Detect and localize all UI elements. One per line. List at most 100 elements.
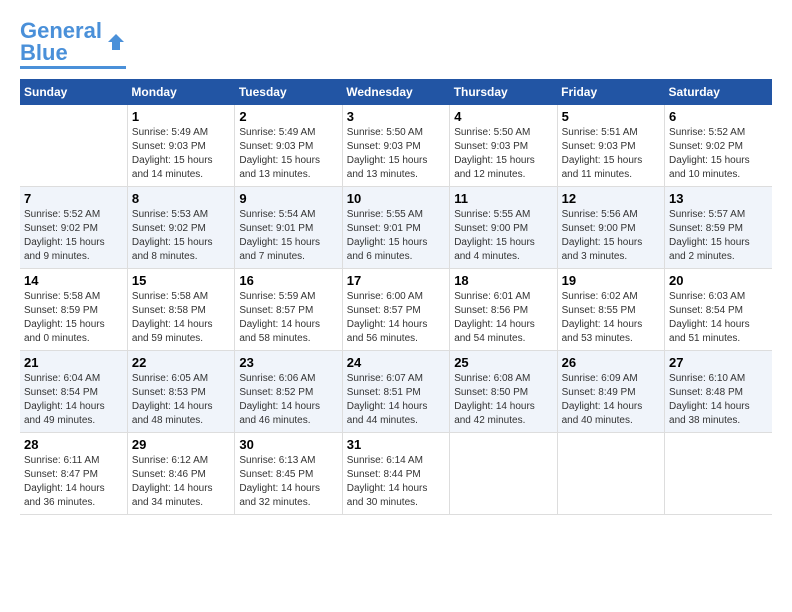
calendar-cell: 8 Sunrise: 5:53 AM Sunset: 9:02 PM Daylig… [127,187,234,269]
week-row-5: 28 Sunrise: 6:11 AM Sunset: 8:47 PM Dayli… [20,433,772,515]
week-row-4: 21 Sunrise: 6:04 AM Sunset: 8:54 PM Dayli… [20,351,772,433]
calendar-cell: 4 Sunrise: 5:50 AM Sunset: 9:03 PM Daylig… [450,105,557,187]
day-info: Sunrise: 6:08 AM Sunset: 8:50 PM Dayligh… [454,372,552,428]
logo: General Blue [20,20,126,69]
day-info: Sunrise: 5:58 AM Sunset: 8:59 PM Dayligh… [24,290,123,346]
calendar-cell: 12 Sunrise: 5:56 AM Sunset: 9:00 PM Dayli… [557,187,664,269]
calendar-cell: 31 Sunrise: 6:14 AM Sunset: 8:44 PM Dayli… [342,433,449,515]
calendar-cell: 11Sunrise: 5:55 AM Sunset: 9:00 PM Dayli… [450,187,557,269]
day-info: Sunrise: 6:01 AM Sunset: 8:56 PM Dayligh… [454,290,552,346]
header-saturday: Saturday [665,79,772,105]
day-number: 17 [347,273,445,288]
day-number: 26 [562,355,660,370]
day-number: 13 [669,191,768,206]
calendar-cell: 7 Sunrise: 5:52 AM Sunset: 9:02 PM Daylig… [20,187,127,269]
day-info: Sunrise: 6:10 AM Sunset: 8:48 PM Dayligh… [669,372,768,428]
calendar-cell: 13 Sunrise: 5:57 AM Sunset: 8:59 PM Dayli… [665,187,772,269]
day-number: 10 [347,191,445,206]
day-info: Sunrise: 6:04 AM Sunset: 8:54 PM Dayligh… [24,372,123,428]
day-number: 23 [239,355,337,370]
calendar-cell: 22 Sunrise: 6:05 AM Sunset: 8:53 PM Dayli… [127,351,234,433]
calendar-cell: 2Sunrise: 5:49 AM Sunset: 9:03 PM Daylig… [235,105,342,187]
day-info: Sunrise: 6:02 AM Sunset: 8:55 PM Dayligh… [562,290,660,346]
day-number: 7 [24,191,123,206]
day-number: 3 [347,109,445,124]
day-info: Sunrise: 5:50 AM Sunset: 9:03 PM Dayligh… [454,126,552,182]
day-number: 5 [562,109,660,124]
day-number: 18 [454,273,552,288]
logo-icon [106,32,126,52]
calendar-cell [557,433,664,515]
day-number: 11 [454,191,552,206]
day-info: Sunrise: 5:50 AM Sunset: 9:03 PM Dayligh… [347,126,445,182]
day-number: 24 [347,355,445,370]
day-number: 22 [132,355,230,370]
calendar-cell [20,105,127,187]
header-monday: Monday [127,79,234,105]
week-row-1: 1 Sunrise: 5:49 AM Sunset: 9:03 PM Daylig… [20,105,772,187]
day-info: Sunrise: 5:52 AM Sunset: 9:02 PM Dayligh… [24,208,123,264]
header-friday: Friday [557,79,664,105]
calendar-cell: 6Sunrise: 5:52 AM Sunset: 9:02 PM Daylig… [665,105,772,187]
week-row-3: 14 Sunrise: 5:58 AM Sunset: 8:59 PM Dayli… [20,269,772,351]
calendar-cell [665,433,772,515]
day-info: Sunrise: 6:11 AM Sunset: 8:47 PM Dayligh… [24,454,123,510]
day-info: Sunrise: 6:12 AM Sunset: 8:46 PM Dayligh… [132,454,230,510]
calendar-cell: 29 Sunrise: 6:12 AM Sunset: 8:46 PM Dayli… [127,433,234,515]
day-info: Sunrise: 6:05 AM Sunset: 8:53 PM Dayligh… [132,372,230,428]
calendar-cell: 26 Sunrise: 6:09 AM Sunset: 8:49 PM Dayli… [557,351,664,433]
day-info: Sunrise: 5:58 AM Sunset: 8:58 PM Dayligh… [132,290,230,346]
calendar-cell: 24Sunrise: 6:07 AM Sunset: 8:51 PM Dayli… [342,351,449,433]
day-number: 30 [239,437,337,452]
day-info: Sunrise: 5:54 AM Sunset: 9:01 PM Dayligh… [239,208,337,264]
calendar-cell: 1 Sunrise: 5:49 AM Sunset: 9:03 PM Daylig… [127,105,234,187]
calendar-cell: 28 Sunrise: 6:11 AM Sunset: 8:47 PM Dayli… [20,433,127,515]
calendar-header-row: SundayMondayTuesdayWednesdayThursdayFrid… [20,79,772,105]
calendar-cell: 18 Sunrise: 6:01 AM Sunset: 8:56 PM Dayli… [450,269,557,351]
day-number: 21 [24,355,123,370]
day-info: Sunrise: 5:53 AM Sunset: 9:02 PM Dayligh… [132,208,230,264]
day-info: Sunrise: 6:00 AM Sunset: 8:57 PM Dayligh… [347,290,445,346]
calendar-cell: 27Sunrise: 6:10 AM Sunset: 8:48 PM Dayli… [665,351,772,433]
day-info: Sunrise: 6:09 AM Sunset: 8:49 PM Dayligh… [562,372,660,428]
day-number: 8 [132,191,230,206]
week-row-2: 7 Sunrise: 5:52 AM Sunset: 9:02 PM Daylig… [20,187,772,269]
header-sunday: Sunday [20,79,127,105]
calendar-cell: 16Sunrise: 5:59 AM Sunset: 8:57 PM Dayli… [235,269,342,351]
day-info: Sunrise: 5:51 AM Sunset: 9:03 PM Dayligh… [562,126,660,182]
day-info: Sunrise: 6:13 AM Sunset: 8:45 PM Dayligh… [239,454,337,510]
calendar-cell: 5 Sunrise: 5:51 AM Sunset: 9:03 PM Daylig… [557,105,664,187]
day-number: 2 [239,109,337,124]
calendar-cell: 20 Sunrise: 6:03 AM Sunset: 8:54 PM Dayli… [665,269,772,351]
day-number: 9 [239,191,337,206]
day-info: Sunrise: 6:14 AM Sunset: 8:44 PM Dayligh… [347,454,445,510]
day-number: 14 [24,273,123,288]
calendar-cell: 3 Sunrise: 5:50 AM Sunset: 9:03 PM Daylig… [342,105,449,187]
calendar-cell: 21 Sunrise: 6:04 AM Sunset: 8:54 PM Dayli… [20,351,127,433]
day-info: Sunrise: 5:57 AM Sunset: 8:59 PM Dayligh… [669,208,768,264]
day-number: 28 [24,437,123,452]
calendar-cell: 14 Sunrise: 5:58 AM Sunset: 8:59 PM Dayli… [20,269,127,351]
header-tuesday: Tuesday [235,79,342,105]
day-number: 31 [347,437,445,452]
day-number: 12 [562,191,660,206]
day-info: Sunrise: 6:06 AM Sunset: 8:52 PM Dayligh… [239,372,337,428]
day-number: 6 [669,109,768,124]
logo-text: General Blue [20,20,102,64]
day-info: Sunrise: 5:55 AM Sunset: 9:01 PM Dayligh… [347,208,445,264]
day-number: 29 [132,437,230,452]
day-number: 1 [132,109,230,124]
day-number: 25 [454,355,552,370]
day-info: Sunrise: 5:56 AM Sunset: 9:00 PM Dayligh… [562,208,660,264]
day-info: Sunrise: 5:49 AM Sunset: 9:03 PM Dayligh… [132,126,230,182]
calendar-cell: 10 Sunrise: 5:55 AM Sunset: 9:01 PM Dayli… [342,187,449,269]
calendar-cell: 30 Sunrise: 6:13 AM Sunset: 8:45 PM Dayli… [235,433,342,515]
calendar-cell: 9 Sunrise: 5:54 AM Sunset: 9:01 PM Daylig… [235,187,342,269]
header-wednesday: Wednesday [342,79,449,105]
day-info: Sunrise: 6:03 AM Sunset: 8:54 PM Dayligh… [669,290,768,346]
day-number: 16 [239,273,337,288]
day-number: 4 [454,109,552,124]
calendar-cell: 19Sunrise: 6:02 AM Sunset: 8:55 PM Dayli… [557,269,664,351]
day-number: 20 [669,273,768,288]
calendar-table: SundayMondayTuesdayWednesdayThursdayFrid… [20,79,772,515]
